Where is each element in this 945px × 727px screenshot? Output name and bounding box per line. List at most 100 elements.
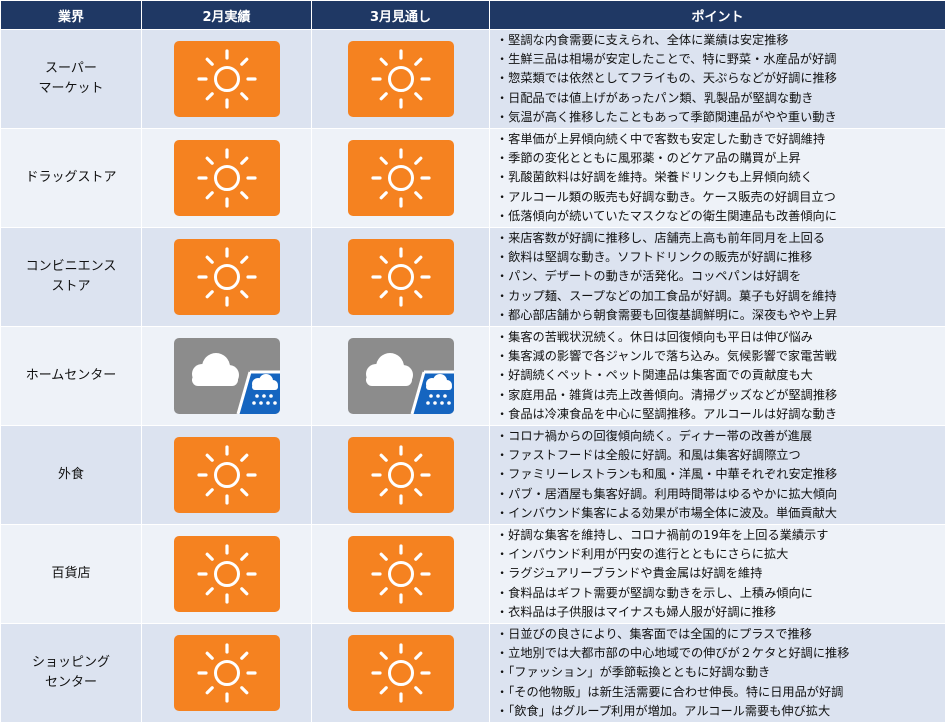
point-item: ・カップ麺、スープなどの加工食品が好調。菓子も好調を維持 (496, 288, 837, 303)
points-list: ・好調な集客を維持し、コロナ禍前の19年を上回る業績示す ・インバウンド利用が円安… (496, 526, 945, 622)
table-row: ショッピング センター ・日並びの良さにより、集客面では全国的にプラスで推移・立… (0, 623, 945, 723)
mar-cloud-rain-icon (347, 338, 454, 414)
mar-sun-icon (347, 536, 454, 612)
industry-label: 外食 (57, 467, 84, 482)
feb-actual-cell (141, 29, 312, 129)
industry-label: ホームセンター (25, 368, 117, 383)
point-item: ・食料品はギフト需要が堅調な動きを示し、上積み傾向に (496, 585, 813, 600)
point-item: ・集客減の影響で各ジャンルで落ち込み。気候影響で家電苦戦 (496, 349, 837, 364)
feb-sun-icon (173, 239, 280, 315)
feb-actual-cell (141, 623, 312, 723)
points-cell: ・日並びの良さにより、集客面では全国的にプラスで推移・立地別では大都市部の中心地… (489, 623, 945, 723)
points-cell: ・堅調な内食需要に支えられ、全体に業績は安定推移・生鮮三品は相場が安定したことで… (489, 29, 945, 129)
feb-actual-cell (141, 425, 312, 525)
point-item: ・気温が高く推移したこともあって季節関連品がやや重い動き (496, 109, 837, 124)
mar-sun-icon (347, 635, 454, 711)
table-row: 百貨店 ・好調な集客を維持し、コロナ禍前の19年を上回る業績示す ・インバウンド利… (0, 524, 945, 624)
industry-cell: コンビニエンス ストア (0, 227, 142, 327)
feb-cloud-rain-icon (173, 338, 280, 414)
point-item: ・来店客数が好調に推移し、店舗売上高も前年同月を上回る (496, 230, 826, 245)
point-item: ・日並びの良さにより、集客面では全国的にプラスで推移 (496, 626, 812, 641)
mar-sun-icon (347, 437, 454, 513)
mar-sun-icon (347, 140, 454, 216)
point-item: ・都心部店舗から朝食需要も回復基調鮮明に。深夜もやや上昇 (496, 307, 838, 322)
point-item: ・堅調な内食需要に支えられ、全体に業績は安定推移 (496, 32, 789, 47)
feb-actual-cell (141, 128, 312, 228)
industry-label: 百貨店 (51, 566, 91, 581)
feb-sun-icon (173, 140, 280, 216)
table-row: スーパー マーケット ・堅調な内食需要に支えられ、全体に業績は安定推移・生鮮三品… (0, 29, 945, 129)
mar-outlook-cell (311, 623, 490, 723)
point-item: ・ファストフードは全般に好調。和風は集客好調際立つ (496, 448, 801, 463)
industry-forecast-table: 業界 2月実績 3月見通し ポイント スーパー マーケット ・堅調な内食需要に支… (0, 0, 945, 723)
point-item: ・飲料は堅調な動き。ソフトドリンクの販売が好調に推移 (496, 250, 813, 265)
mar-outlook-cell (311, 425, 490, 525)
table-row: ホームセンター ・集客の苦戦状況続く。休日は回復傾向も平日は伸び悩み・集客減の影… (0, 326, 945, 426)
feb-actual-cell (141, 326, 312, 426)
point-item: ・立地別では大都市部の中心地域での伸びが２ケタと好調に推移 (496, 646, 850, 661)
point-item: ・「その他物販」は新生活需要に合わせ伸長。特に日用品が好調 (496, 684, 844, 699)
point-item: ・集客の苦戦状況続く。休日は回復傾向も平日は伸び悩み (496, 329, 813, 344)
point-item: ・生鮮三品は相場が安定したことで、特に野菜・水産品が好調 (496, 52, 837, 67)
feb-actual-cell (141, 524, 312, 624)
points-list: ・コロナ禍からの回復傾向続く。ディナー帯の改善が進展 ・ファストフードは全般に好調… (496, 427, 945, 523)
mar-sun-icon (347, 41, 454, 117)
point-item: ・低落傾向が続いていたマスクなどの衛生関連品も改善傾向に (496, 208, 837, 223)
points-list: ・集客の苦戦状況続く。休日は回復傾向も平日は伸び悩み・集客減の影響で各ジャンルで… (496, 328, 945, 424)
point-item: ・「飲食」はグループ利用が増加。アルコール需要も伸び拡大 (496, 703, 831, 718)
header-industry: 業界 (0, 0, 142, 30)
point-item: ・インバウンド利用が円安の進行とともにさらに拡大 (496, 547, 789, 562)
header-row: 業界 2月実績 3月見通し ポイント (0, 0, 945, 30)
point-item: ・家庭用品・雑貨は売上改善傾向。清掃グッズなどが堅調推移 (496, 387, 838, 402)
point-item: ・ファミリーレストランも和風・洋風・中華それぞれ安定推移 (496, 467, 838, 482)
feb-actual-cell (141, 227, 312, 327)
point-item: ・好調続くペット・ペット関連品は集客面での貢献度も大 (496, 368, 813, 383)
point-item: ・コロナ禍からの回復傾向続く。ディナー帯の改善が進展 (496, 428, 813, 443)
points-list: ・堅調な内食需要に支えられ、全体に業績は安定推移・生鮮三品は相場が安定したことで… (496, 31, 945, 127)
industry-cell: ショッピング センター (0, 623, 142, 723)
industry-label: コンビニエンス ストア (25, 259, 117, 294)
feb-sun-icon (173, 437, 280, 513)
point-item: ・季節の変化とともに風邪薬・のどケア品の購買が上昇 (496, 151, 801, 166)
point-item: ・惣菜類では依然としてフライもの、天ぷらなどが好調に推移 (496, 71, 837, 86)
mar-outlook-cell (311, 29, 490, 129)
point-item: ・アルコール類の販売も好調な動き。ケース販売の好調目立つ (496, 189, 836, 204)
mar-outlook-cell (311, 524, 490, 624)
industry-label: スーパー マーケット (38, 61, 104, 96)
point-item: ・好調な集客を維持し、コロナ禍前の19年を上回る業績示す (496, 527, 829, 542)
points-list: ・来店客数が好調に推移し、店舗売上高も前年同月を上回る ・飲料は堅調な動き。ソフト… (496, 229, 945, 325)
point-item: ・パン、デザートの動きが活発化。コッペパンは好調を (496, 269, 802, 284)
mar-outlook-cell (311, 326, 490, 426)
points-cell: ・集客の苦戦状況続く。休日は回復傾向も平日は伸び悩み・集客減の影響で各ジャンルで… (489, 326, 945, 426)
feb-sun-icon (173, 41, 280, 117)
points-cell: ・コロナ禍からの回復傾向続く。ディナー帯の改善が進展 ・ファストフードは全般に好調… (489, 425, 945, 525)
mar-sun-icon (347, 239, 454, 315)
feb-sun-icon (173, 635, 280, 711)
industry-cell: 外食 (0, 425, 142, 525)
header-mar-outlook: 3月見通し (311, 0, 490, 30)
header-points: ポイント (489, 0, 945, 30)
point-item: ・乳酸菌飲料は好調を維持。栄養ドリンクも上昇傾向続く (496, 170, 813, 185)
industry-cell: スーパー マーケット (0, 29, 142, 129)
industry-cell: 百貨店 (0, 524, 142, 624)
points-list: ・客単価が上昇傾向続く中で客数も安定した動きで好調維持 ・季節の変化とともに風邪薬… (496, 130, 945, 226)
point-item: ・「ファッション」が季節転換とともに好調な動き (496, 665, 771, 680)
points-cell: ・客単価が上昇傾向続く中で客数も安定した動きで好調維持 ・季節の変化とともに風邪薬… (489, 128, 945, 228)
mar-outlook-cell (311, 128, 490, 228)
point-item: ・衣料品は子供服はマイナスも婦人服が好調に推移 (496, 604, 777, 619)
industry-label: ドラッグストア (25, 170, 117, 185)
points-cell: ・来店客数が好調に推移し、店舗売上高も前年同月を上回る ・飲料は堅調な動き。ソフト… (489, 227, 945, 327)
point-item: ・日配品では値上げがあったパン類、乳製品が堅調な動き (496, 90, 814, 105)
point-item: ・パブ・居酒屋も集客好調。利用時間帯はゆるやかに拡大傾向 (496, 486, 838, 501)
points-cell: ・好調な集客を維持し、コロナ禍前の19年を上回る業績示す ・インバウンド利用が円安… (489, 524, 945, 624)
table-row: コンビニエンス ストア ・来店客数が好調に推移し、店舗売上高も前年同月を上回る・… (0, 227, 945, 327)
industry-cell: ホームセンター (0, 326, 142, 426)
points-list: ・日並びの良さにより、集客面では全国的にプラスで推移・立地別では大都市部の中心地… (496, 625, 945, 721)
table-row: 外食 ・コロナ禍からの回復傾向続く。ディナー帯の改善が進展 ・ファストフードは全般… (0, 425, 945, 525)
point-item: ・ラグジュアリーブランドや貴金属は好調を維持 (496, 566, 763, 581)
point-item: ・客単価が上昇傾向続く中で客数も安定した動きで好調維持 (496, 131, 826, 146)
mar-outlook-cell (311, 227, 490, 327)
table-row: ドラッグストア ・客単価が上昇傾向続く中で客数も安定した動きで好調維持 ・季節の変… (0, 128, 945, 228)
feb-sun-icon (173, 536, 280, 612)
industry-cell: ドラッグストア (0, 128, 142, 228)
